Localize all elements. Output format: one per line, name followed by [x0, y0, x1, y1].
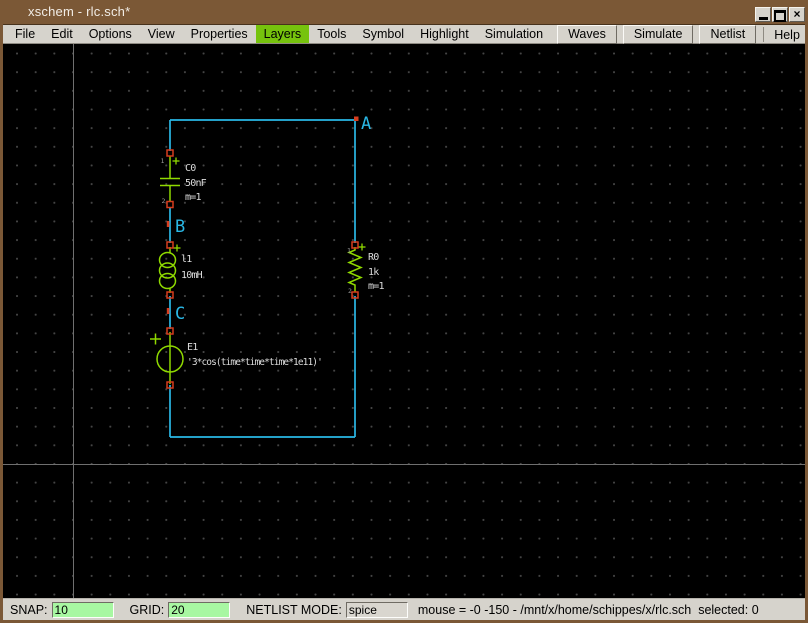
voltage-source-symbol[interactable]: E1 '3*cos(time*time*time*1e11)'	[150, 327, 323, 389]
plus-mark-icon	[358, 243, 366, 251]
net-label-c[interactable]: C	[175, 304, 185, 324]
menu-item-properties[interactable]: Properties	[183, 25, 256, 43]
menu-item-highlight[interactable]: Highlight	[412, 25, 477, 43]
inductor-value: 10mH	[181, 270, 203, 281]
waves-button[interactable]: Waves	[557, 24, 617, 44]
netlist-mode-input[interactable]	[345, 601, 408, 618]
net-label-a[interactable]: A	[361, 114, 371, 134]
menu-items: File Edit Options View Properties Layers…	[3, 25, 551, 43]
plus-mark-icon	[172, 157, 180, 165]
net-label-b[interactable]: B	[175, 217, 185, 237]
window-title: xschem - rlc.sch*	[28, 4, 131, 19]
menu-item-edit[interactable]: Edit	[43, 25, 81, 43]
inductor-ref: l1	[181, 254, 192, 265]
capacitor-symbol[interactable]: 1 2 C0 50nF m=1	[160, 149, 207, 209]
mouse-status-text: mouse = -0 -150 - /mnt/x/home/schippes/x…	[417, 602, 759, 617]
pin-number: 1	[161, 157, 165, 165]
grid-input[interactable]	[168, 601, 231, 618]
plus-mark-icon	[173, 244, 181, 252]
menu-item-options[interactable]: Options	[81, 25, 140, 43]
net-labels[interactable]: A B C	[166, 114, 371, 324]
menu-item-layers[interactable]: Layers	[255, 25, 310, 43]
menu-item-symbol[interactable]: Symbol	[354, 25, 412, 43]
resistor-ref: R0	[368, 252, 379, 263]
menubar: File Edit Options View Properties Layers…	[3, 24, 805, 44]
netlist-mode-label: NETLIST MODE:	[246, 602, 342, 617]
plus-mark-icon	[150, 333, 161, 345]
source-ref: E1	[187, 342, 198, 353]
net-label-pin	[354, 116, 359, 121]
net-label-pin	[166, 221, 170, 227]
xschem-window: xschem - rlc.sch* × File Edit Options Vi…	[0, 0, 808, 623]
menu-item-file[interactable]: File	[7, 25, 43, 43]
pin-number: 2	[348, 287, 352, 295]
schematic-drawing: 1 2 C0 50nF m=1 l1 10mH E1 '3*cos(time*t…	[3, 44, 805, 598]
pin-number: 2	[162, 197, 166, 205]
menu-item-simulation[interactable]: Simulation	[477, 25, 551, 43]
capacitor-ref: C0	[185, 163, 196, 174]
close-button[interactable]: ×	[789, 7, 805, 22]
menu-item-help[interactable]: Help	[763, 26, 804, 42]
menu-item-view[interactable]: View	[140, 25, 183, 43]
statusbar: SNAP: GRID: NETLIST MODE: mouse = -0 -15…	[3, 598, 805, 620]
source-value: '3*cos(time*time*time*1e11)'	[187, 357, 322, 368]
netlist-button[interactable]: Netlist	[699, 24, 757, 44]
titlebar[interactable]: xschem - rlc.sch* ×	[0, 0, 808, 24]
resistor-symbol[interactable]: 1 2 R0 1k m=1	[347, 241, 385, 299]
menu-item-tools[interactable]: Tools	[309, 25, 354, 43]
grid-label: GRID:	[129, 602, 165, 617]
pin-number: 1	[347, 247, 351, 255]
net-label-pin	[166, 308, 170, 314]
menu-action-buttons: Waves Simulate Netlist Help	[551, 24, 808, 44]
schematic-canvas[interactable]: 1 2 C0 50nF m=1 l1 10mH E1 '3*cos(time*t…	[3, 44, 805, 598]
capacitor-value: 50nF	[185, 178, 207, 189]
pin-square[interactable]	[166, 200, 174, 209]
simulate-button[interactable]: Simulate	[622, 24, 694, 44]
maximize-button[interactable]	[772, 7, 788, 22]
snap-input[interactable]	[51, 601, 114, 618]
resistor-mult: m=1	[368, 281, 384, 292]
resistor-value: 1k	[368, 267, 379, 278]
capacitor-mult: m=1	[185, 192, 201, 203]
inductor-symbol[interactable]: l1 10mH	[158, 241, 203, 299]
minimize-button[interactable]	[755, 7, 771, 22]
snap-label: SNAP:	[10, 602, 48, 617]
